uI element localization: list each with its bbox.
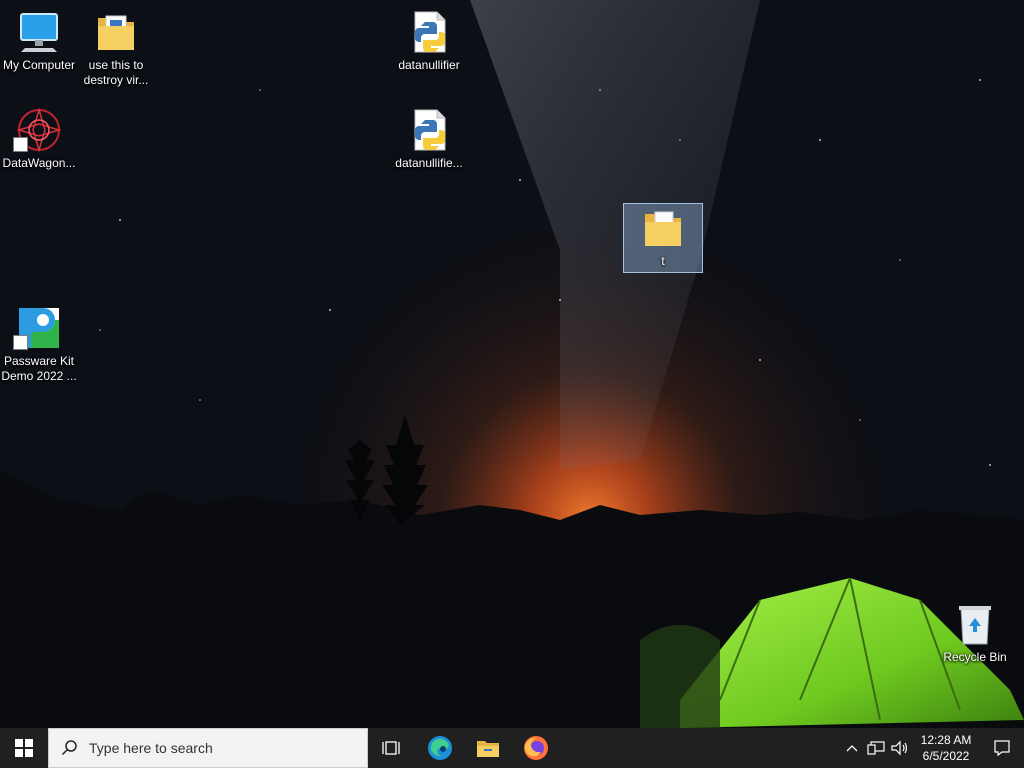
- clock-date: 6/5/2022: [922, 749, 970, 763]
- chevron-up-icon: [846, 745, 858, 752]
- start-button[interactable]: [0, 728, 48, 768]
- python-file-icon: [414, 109, 446, 151]
- clock-time: 12:28 AM: [920, 733, 972, 747]
- task-view-button[interactable]: [368, 728, 416, 768]
- desktop-icon-folder-t[interactable]: t: [623, 203, 703, 273]
- desktop-wallpaper: [0, 0, 1024, 728]
- file-explorer-icon: [477, 741, 499, 757]
- speaker-icon: [891, 740, 908, 756]
- file-explorer-button[interactable]: [464, 728, 512, 768]
- system-tray: 12:28 AM 6/5/2022: [840, 728, 1024, 768]
- firefox-button[interactable]: [512, 728, 560, 768]
- network-button[interactable]: [864, 728, 888, 768]
- desktop-icon-datanullifier-2[interactable]: datanullifie...: [390, 106, 468, 171]
- firefox-icon: [524, 736, 548, 760]
- task-view-icon: [382, 741, 400, 755]
- volume-button[interactable]: [888, 728, 912, 768]
- network-icon: [867, 741, 885, 755]
- notification-center-button[interactable]: [980, 728, 1024, 768]
- folder-icon: [645, 211, 681, 246]
- edge-icon: [428, 736, 452, 760]
- shortcut-arrow-icon: [13, 137, 28, 152]
- desktop-icon-my-computer[interactable]: My Computer: [0, 8, 78, 73]
- desktop-icon-passware[interactable]: Passware Kit Demo 2022 ...: [0, 304, 78, 384]
- python-file-icon: [414, 11, 446, 53]
- windows-logo-icon: [15, 739, 33, 757]
- desktop-icon-datawagon[interactable]: DataWagon...: [0, 106, 78, 171]
- search-placeholder: Type here to search: [89, 740, 213, 756]
- taskbar-search-box[interactable]: Type here to search: [48, 728, 368, 768]
- shortcut-arrow-icon: [13, 335, 28, 350]
- edge-button[interactable]: [416, 728, 464, 768]
- search-icon: [61, 740, 77, 756]
- show-hidden-icons-button[interactable]: [840, 728, 864, 768]
- desktop-icon-recycle-bin[interactable]: Recycle Bin: [936, 600, 1014, 665]
- desktop-icon-datanullifier[interactable]: datanullifier: [390, 8, 468, 73]
- computer-icon: [20, 13, 58, 52]
- notification-icon: [994, 740, 1010, 757]
- recycle-bin-icon: [959, 606, 991, 645]
- folder-icon: [98, 15, 134, 50]
- taskbar-clock[interactable]: 12:28 AM 6/5/2022: [912, 732, 980, 764]
- desktop-icon-folder-destroy[interactable]: use this to destroy vir...: [77, 8, 155, 88]
- taskbar: Type here to search 12:28 AM 6/5/2022: [0, 728, 1024, 768]
